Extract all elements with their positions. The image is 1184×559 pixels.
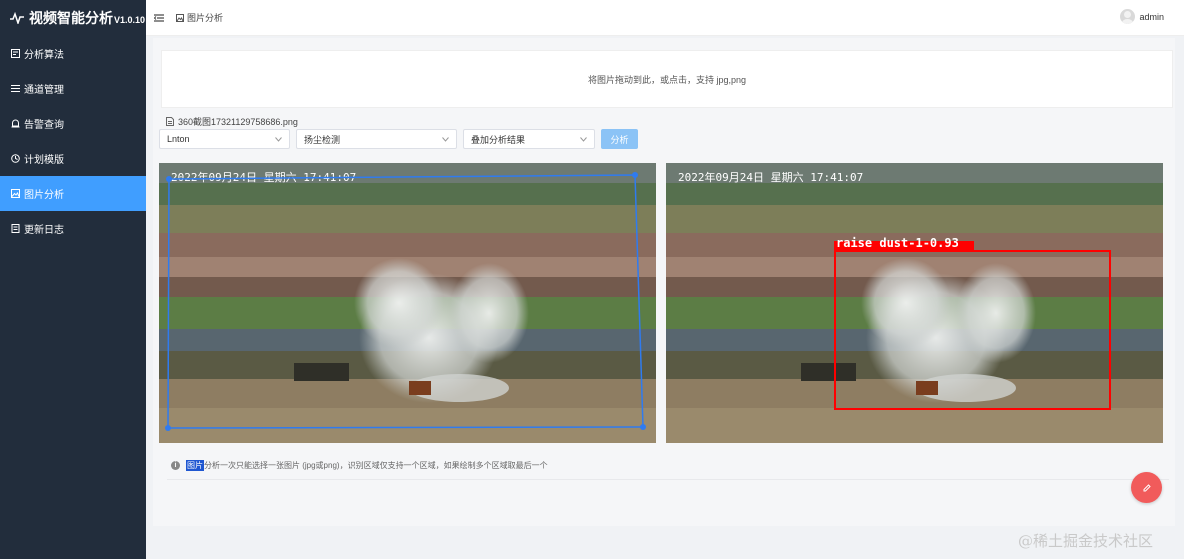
chevron-down-icon: [580, 136, 587, 142]
hint-highlight: 图片: [186, 460, 204, 471]
controls-row: Lnton 扬尘检测 叠加分析结果 分析: [159, 129, 638, 149]
breadcrumb: 图片分析: [176, 11, 223, 24]
info-icon: i: [171, 461, 180, 470]
hint-row: i 图片 分析一次只能选择一张图片 (jpg或png)，识别区域仅支持一个区域，…: [171, 460, 548, 471]
detection-box: [834, 241, 1111, 410]
brand: 视频智能分析 V1.0.10: [0, 0, 146, 36]
sidebar-item-label: 通道管理: [24, 85, 64, 96]
divider: [167, 479, 1169, 480]
overlay-mode-select[interactable]: 叠加分析结果: [463, 129, 595, 149]
image-icon: [11, 189, 20, 198]
sidebar-item-label: 告警查询: [24, 120, 64, 131]
main-content: 将图片拖动到此，或点击，支持 jpg,png 360截图173211297586…: [146, 36, 1184, 559]
algorithm-icon: [11, 49, 20, 58]
sidebar-item-channels[interactable]: 通道管理: [0, 71, 146, 106]
image-icon: [176, 13, 184, 22]
user-menu[interactable]: admin: [1120, 9, 1164, 24]
sidebar-item-alarms[interactable]: 告警查询: [0, 106, 146, 141]
avatar[interactable]: [1120, 9, 1136, 24]
document-icon: [11, 224, 20, 233]
analysis-panel: 将图片拖动到此，或点击，支持 jpg,png 360截图173211297586…: [153, 38, 1175, 526]
app-version: V1.0.10: [114, 15, 146, 25]
sidebar-item-label: 分析算法: [24, 50, 64, 61]
username: admin: [1139, 11, 1164, 22]
hint-text: 分析一次只能选择一张图片 (jpg或png)，识别区域仅支持一个区域，如果绘制多…: [204, 461, 548, 470]
watermark: @稀土掘金技术社区: [1018, 532, 1154, 550]
result-image: 2022年09月24日 星期六 17:41:07 raise dust-1-0.…: [666, 163, 1163, 443]
sidebar-item-schedule[interactable]: 计划模版: [0, 141, 146, 176]
hamburger-menu-icon[interactable]: [154, 13, 164, 22]
sidebar-item-label: 计划模版: [24, 155, 64, 166]
list-icon: [11, 85, 20, 92]
alarm-icon: [11, 119, 20, 128]
sidebar-item-changelog[interactable]: 更新日志: [0, 211, 146, 246]
source-image-canvas[interactable]: 2022年09月24日 星期六 17:41:07: [159, 163, 656, 443]
chevron-down-icon: [442, 136, 449, 142]
region-polygon[interactable]: [159, 163, 656, 443]
edit-icon: [1143, 483, 1151, 491]
channel-select-value: Lnton: [167, 134, 190, 144]
clock-icon: [11, 154, 20, 163]
file-name[interactable]: 360截图17321129758686.png: [178, 115, 298, 128]
sidebar-menu: 分析算法 通道管理 告警查询 计划模版 图片分析 更新日志: [0, 36, 146, 246]
channel-select[interactable]: Lnton: [159, 129, 290, 149]
analyze-button[interactable]: 分析: [601, 129, 638, 149]
sidebar-item-label: 图片分析: [24, 190, 64, 201]
sidebar-item-label: 更新日志: [24, 225, 64, 236]
floating-action-button[interactable]: [1131, 472, 1162, 503]
top-header: 图片分析 admin: [146, 0, 1184, 36]
file-icon: [166, 117, 174, 126]
upload-dropzone[interactable]: 将图片拖动到此，或点击，支持 jpg,png: [161, 50, 1173, 108]
sidebar: 视频智能分析 V1.0.10 分析算法 通道管理 告警查询 计划模版 图片分析 …: [0, 0, 146, 559]
algorithm-select-value: 扬尘检测: [304, 134, 341, 145]
file-name-row: 360截图17321129758686.png: [166, 115, 298, 128]
algorithm-select[interactable]: 扬尘检测: [296, 129, 457, 149]
overlay-mode-select-value: 叠加分析结果: [471, 134, 526, 145]
upload-text: 将图片拖动到此，或点击，支持 jpg,png: [587, 74, 747, 85]
detection-label: raise dust-1-0.93: [836, 236, 959, 250]
sidebar-item-image-analysis[interactable]: 图片分析: [0, 176, 146, 211]
app-title: 视频智能分析: [29, 10, 113, 26]
breadcrumb-label: 图片分析: [187, 13, 224, 23]
chevron-down-icon: [275, 136, 282, 142]
pulse-icon: [10, 12, 24, 24]
sidebar-item-algorithms[interactable]: 分析算法: [0, 36, 146, 71]
